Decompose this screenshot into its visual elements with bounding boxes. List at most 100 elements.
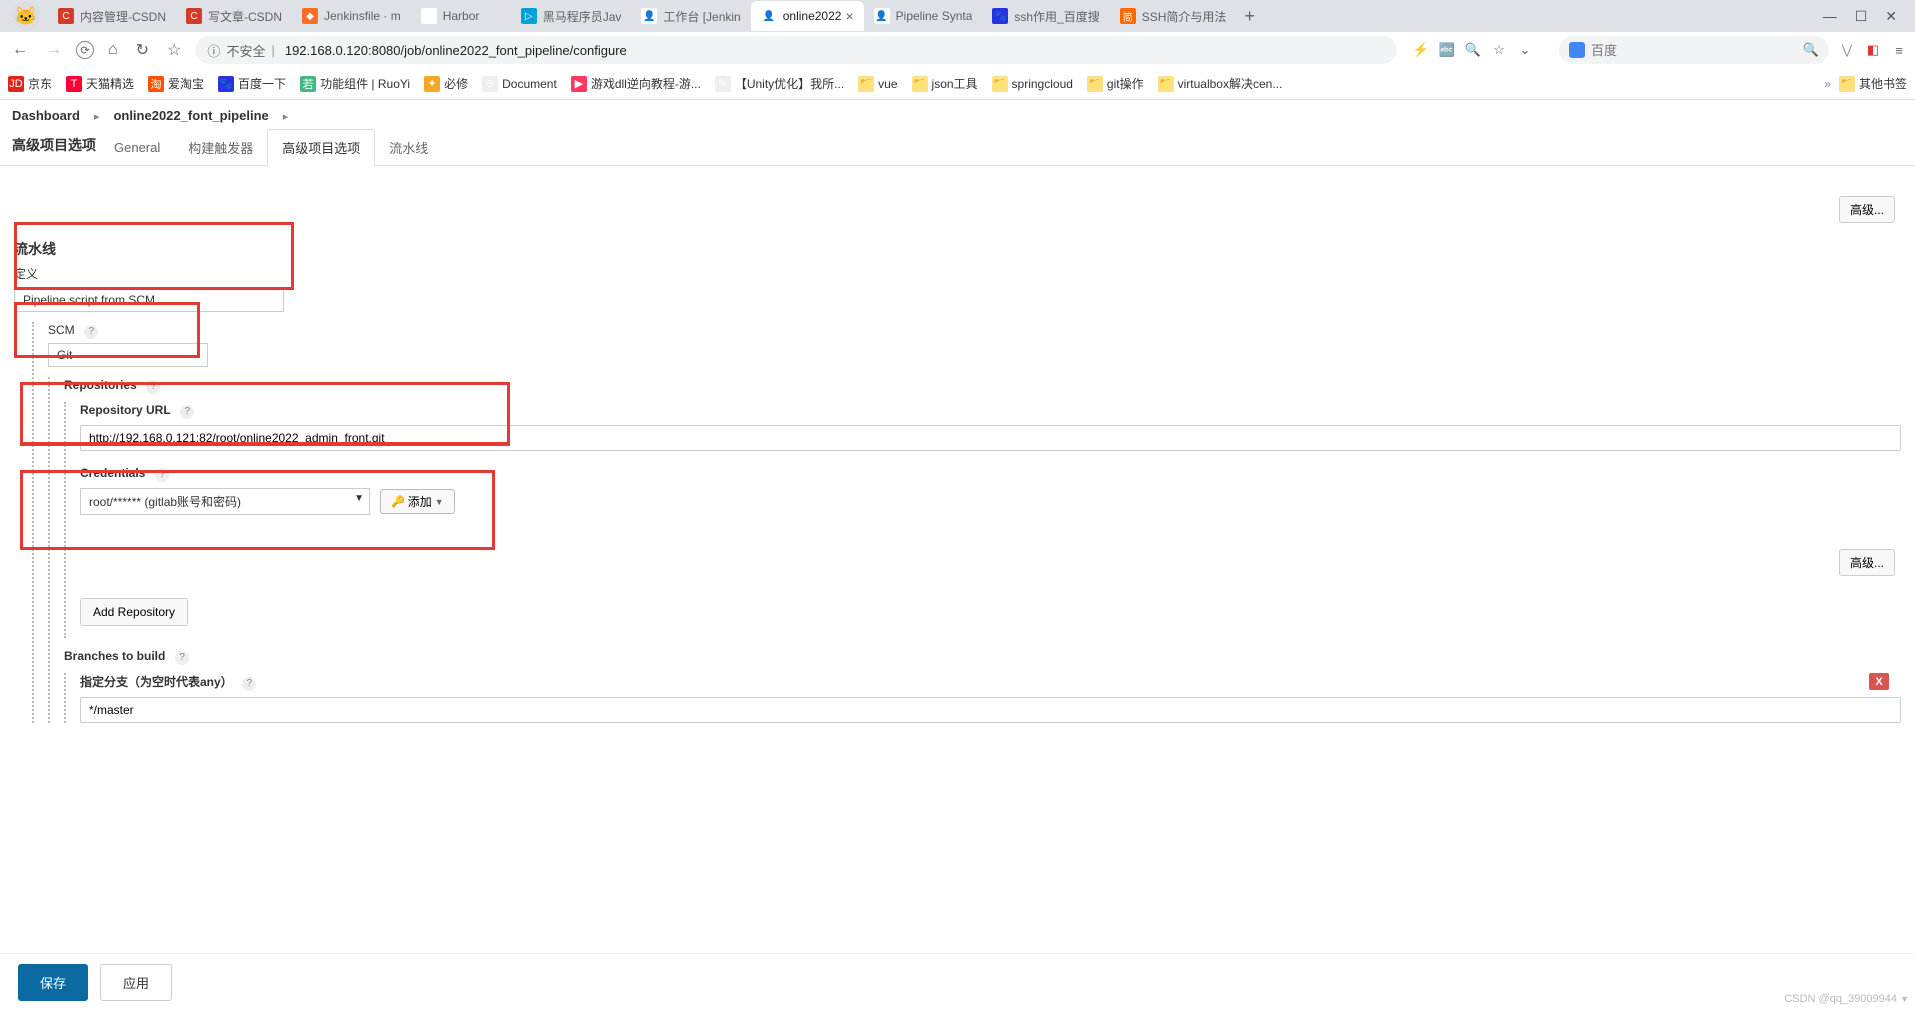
bookmark-item[interactable]: JD京东	[8, 75, 52, 92]
scm-dropdown[interactable]: Git	[48, 343, 208, 367]
add-credential-button[interactable]: 🔑 添加 ▼	[380, 489, 455, 514]
footer-bar: 保存 应用	[0, 953, 1915, 1011]
breadcrumb-dashboard[interactable]: Dashboard	[12, 108, 80, 123]
home-button[interactable]: ⌂	[104, 41, 122, 59]
credentials-dropdown[interactable]: root/****** (gitlab账号和密码)	[80, 488, 370, 515]
bookmark-item[interactable]: 🐾百度一下	[218, 75, 286, 92]
browser-tab[interactable]: 简SSH简介与用法	[1110, 1, 1237, 31]
chevron-down-icon[interactable]: ⌄	[1517, 42, 1533, 58]
save-button[interactable]: 保存	[18, 964, 88, 1001]
browser-search-input[interactable]	[1591, 43, 1803, 58]
search-page-icon[interactable]: 🔍	[1465, 42, 1481, 58]
help-icon[interactable]: ?	[175, 651, 189, 665]
definition-dropdown[interactable]: Pipeline script from SCM	[14, 288, 284, 312]
repositories-label: Repositories	[64, 378, 137, 392]
help-icon[interactable]: ?	[84, 325, 98, 339]
browser-tab[interactable]: 👤Pipeline Synta	[864, 1, 983, 31]
repo-url-input[interactable]	[80, 425, 1901, 451]
close-window-icon[interactable]: ✕	[1885, 8, 1897, 25]
apply-button[interactable]: 应用	[100, 964, 172, 1001]
tab-general[interactable]: General	[100, 132, 174, 163]
bookmark-item[interactable]: 📁springcloud	[992, 76, 1073, 92]
browser-tab[interactable]: ◆Jenkinsfile · m	[292, 1, 411, 31]
bookmark-label: 百度一下	[238, 75, 286, 92]
profile-avatar[interactable]	[12, 2, 40, 30]
back-button[interactable]: ←	[8, 41, 32, 59]
help-icon[interactable]: ?	[242, 677, 256, 691]
config-tabs: General 构建触发器 高级项目选项 流水线	[0, 129, 1915, 166]
breadcrumb-job[interactable]: online2022_font_pipeline	[113, 108, 268, 123]
bookmark-item[interactable]: ✦必修	[424, 75, 468, 92]
section-title-left: 高级项目选项	[12, 135, 96, 155]
close-tab-icon[interactable]: ×	[845, 8, 853, 24]
branch-spec-input[interactable]	[80, 697, 1901, 723]
bookmark-label: git操作	[1107, 75, 1144, 92]
delete-branch-button[interactable]: X	[1869, 673, 1889, 690]
bookmark-item[interactable]: 若功能组件 | RuoYi	[300, 75, 410, 92]
browser-tab[interactable]: 👤online2022×	[751, 1, 864, 31]
browser-tab[interactable]: ▷黑马程序员Jav	[511, 1, 632, 31]
maximize-icon[interactable]: ☐	[1855, 8, 1868, 25]
bookmark-icon: 若	[300, 76, 316, 92]
bookmark-icon: ▶	[571, 76, 587, 92]
shield-icon[interactable]: ⋁	[1839, 42, 1855, 58]
favicon-icon: C	[58, 8, 74, 24]
bookmark-item[interactable]: 📁git操作	[1087, 75, 1144, 92]
branches-label: Branches to build	[64, 649, 165, 663]
browser-search-box[interactable]: 🔍	[1559, 36, 1829, 64]
bookmark-item[interactable]: 📁virtualbox解决cen...	[1158, 75, 1283, 92]
browser-tab[interactable]: C内容管理-CSDN	[48, 1, 176, 31]
bookmark-label: vue	[878, 77, 897, 91]
bookmark-overflow-icon[interactable]: »	[1824, 77, 1831, 91]
tab-pipeline[interactable]: 流水线	[375, 130, 442, 165]
amp-icon[interactable]: ⚡	[1413, 42, 1429, 58]
browser-tab[interactable]: 👤工作台 [Jenkin	[631, 1, 750, 31]
bookmark-item[interactable]: ✎【Unity优化】我所...	[715, 75, 844, 92]
scm-label: SCM	[48, 323, 75, 337]
bookmark-item[interactable]: 淘爱淘宝	[148, 75, 204, 92]
address-bar[interactable]: ⓘ 不安全 | 192.168.0.120:8080/job/online202…	[195, 36, 1397, 64]
bookmark-label: 京东	[28, 75, 52, 92]
info-icon[interactable]: ⓘ	[207, 41, 220, 60]
advanced-button-repo[interactable]: 高级...	[1839, 549, 1895, 576]
new-tab-button[interactable]: +	[1236, 6, 1263, 27]
bookmark-item[interactable]: ⊚ Document	[482, 76, 557, 92]
bookmark-star-icon[interactable]: ☆	[1491, 42, 1507, 58]
undo-nav-icon[interactable]: ↻	[132, 40, 153, 60]
forward-button[interactable]: →	[42, 41, 66, 59]
pdf-icon[interactable]: ◧	[1865, 42, 1881, 58]
tab-triggers[interactable]: 构建触发器	[174, 130, 267, 165]
bookmark-label: Document	[502, 77, 557, 91]
bookmark-icon: 📁	[992, 76, 1008, 92]
translate-icon[interactable]: 🔤	[1439, 42, 1455, 58]
tab-title: Jenkinsfile · m	[324, 9, 401, 23]
other-bookmarks-folder[interactable]: 📁 其他书签	[1839, 75, 1907, 92]
browser-tab[interactable]: C写文章-CSDN	[176, 1, 292, 31]
browser-tab[interactable]: ⊚Harbor	[411, 1, 511, 31]
advanced-button-top[interactable]: 高级...	[1839, 196, 1895, 223]
add-repository-button[interactable]: Add Repository	[80, 598, 188, 626]
help-icon[interactable]: ?	[155, 468, 169, 482]
bookmark-label: 爱淘宝	[168, 75, 204, 92]
bookmark-icon: 📁	[1087, 76, 1103, 92]
help-icon[interactable]: ?	[146, 380, 160, 394]
tab-title: 写文章-CSDN	[208, 8, 282, 25]
bookmark-icon: ⊚	[482, 76, 498, 92]
reload-button[interactable]: ⟳	[76, 41, 94, 59]
tab-advanced[interactable]: 高级项目选项	[267, 129, 375, 166]
bookmark-item[interactable]: ▶游戏dll逆向教程-游...	[571, 75, 701, 92]
bookmark-icon: ✦	[424, 76, 440, 92]
star-icon[interactable]: ☆	[163, 40, 185, 60]
bookmark-icon: 🐾	[218, 76, 234, 92]
search-icon[interactable]: 🔍	[1803, 42, 1819, 58]
favicon-icon: 👤	[874, 8, 890, 24]
key-icon: 🔑	[391, 495, 405, 508]
minimize-icon[interactable]: —	[1823, 8, 1837, 25]
bookmark-item[interactable]: 📁json工具	[912, 75, 978, 92]
menu-icon[interactable]: ≡	[1891, 42, 1907, 58]
bookmark-item[interactable]: T天猫精选	[66, 75, 134, 92]
bookmark-item[interactable]: 📁vue	[858, 76, 897, 92]
browser-tab[interactable]: 🐾ssh作用_百度搜	[982, 1, 1109, 31]
bookmark-label: 游戏dll逆向教程-游...	[591, 75, 701, 92]
help-icon[interactable]: ?	[180, 405, 194, 419]
